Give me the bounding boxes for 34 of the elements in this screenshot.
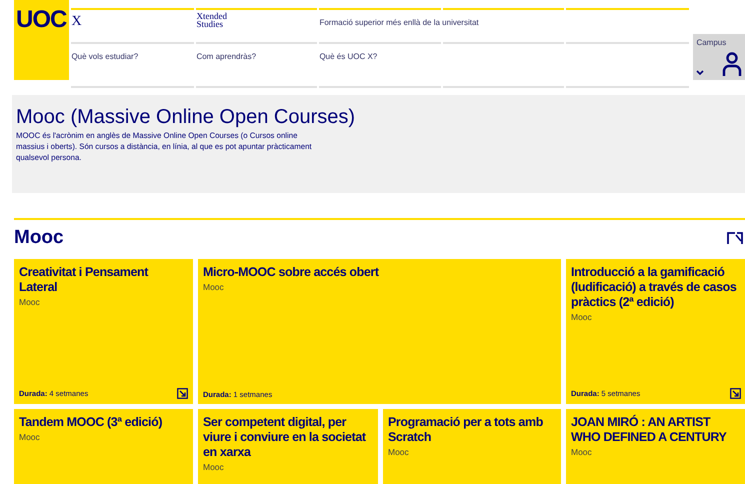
course-title: Programació per a tots amb Scratch <box>388 415 544 445</box>
external-link-icon[interactable] <box>727 231 743 245</box>
course-type: Mooc <box>388 447 410 457</box>
course-type: Mooc <box>571 447 593 457</box>
tagline: Formació superior més enllà de la universitat <box>319 18 479 27</box>
brand-name: X <box>71 14 82 29</box>
course-type: Mooc <box>19 432 41 442</box>
logo[interactable]: UOC <box>14 0 70 80</box>
user-icon <box>722 52 742 76</box>
course-type: Mooc <box>203 282 225 292</box>
course-type: Mooc <box>571 312 593 322</box>
course-title: JOAN MIRÓ : AN ARTIST WHO DEFINED A CENTURY <box>571 415 728 445</box>
page-title: Mooc (Massive Online Open Courses) <box>16 105 356 129</box>
course-card[interactable]: Programació per a tots amb Scratch Mooc <box>383 409 561 484</box>
course-title: Micro-MOOC sobre accés obert <box>203 265 380 280</box>
chevron-down-icon <box>696 70 704 76</box>
arrow-box-icon[interactable] <box>177 388 188 399</box>
tagline: Xtended Studies <box>196 12 228 28</box>
logo-text: UOC <box>16 6 66 34</box>
course-title: Tandem MOOC (3ª edició) <box>19 415 164 430</box>
course-title: Ser competent digital, per viure i conviure en la societat en xarxa <box>203 415 367 460</box>
course-title: Creativitat i Pensament Lateral <box>19 265 150 295</box>
course-card[interactable]: JOAN MIRÓ : AN ARTIST WHO DEFINED A CENTURY Mooc <box>566 409 745 484</box>
section-title: Mooc <box>14 227 64 249</box>
course-type: Mooc <box>203 462 225 472</box>
nav-link[interactable]: Què és UOC X? <box>319 52 378 61</box>
course-title: Introducció a la gamificació (ludificació) a través de casos pràctics (2ª edició) <box>571 265 738 310</box>
course-card[interactable]: Tandem MOOC (3ª edició) Mooc <box>14 409 193 484</box>
campus-menu[interactable]: Campus <box>693 34 745 80</box>
arrow-box-icon[interactable] <box>730 388 741 399</box>
nav-link[interactable]: Què vols estudiar? <box>71 52 138 61</box>
course-type: Mooc <box>19 297 41 307</box>
course-card[interactable]: Ser competent digital, per viure i conviure en la societat en xarxa Mooc <box>198 409 378 484</box>
nav-link[interactable]: Com aprendràs? <box>196 52 256 61</box>
